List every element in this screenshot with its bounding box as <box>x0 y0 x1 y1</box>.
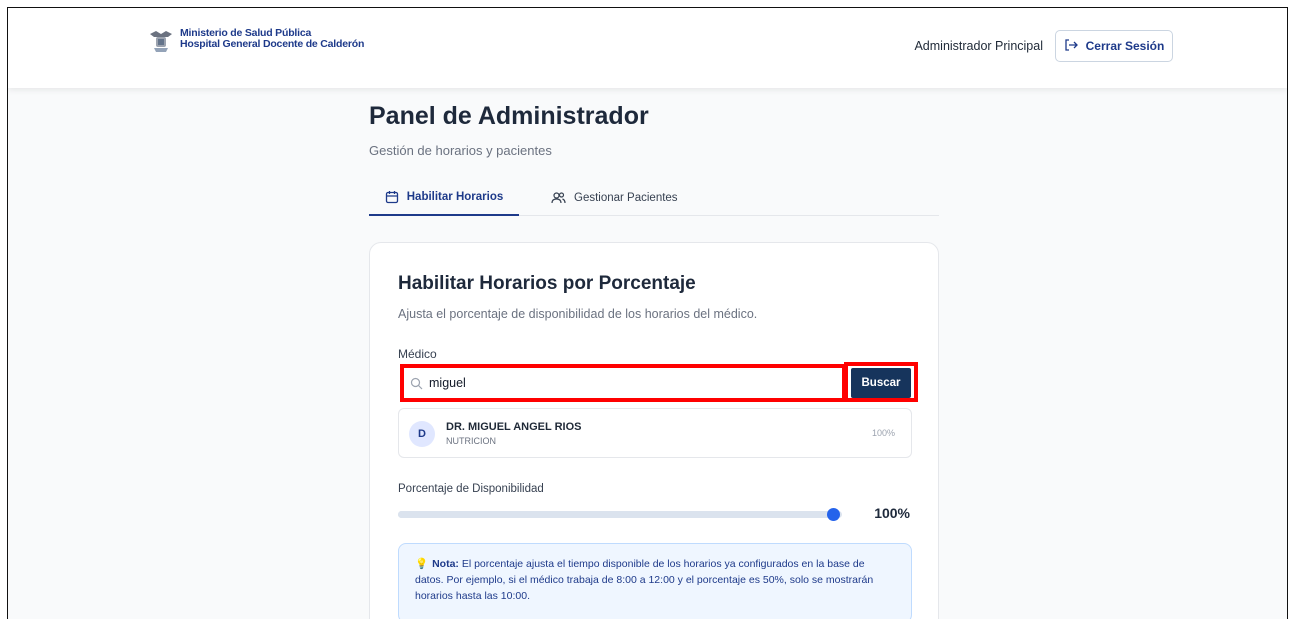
top-header: Ministerio de Salud Pública Hospital Gen… <box>8 8 1287 88</box>
tab-habilitar-horarios[interactable]: Habilitar Horarios <box>369 180 519 216</box>
calendar-icon <box>385 190 399 204</box>
availability-label: Porcentaje de Disponibilidad <box>398 483 544 495</box>
search-button[interactable]: Buscar <box>851 368 911 398</box>
doctor-percent: 100% <box>871 428 895 438</box>
logout-icon <box>1064 38 1078 54</box>
availability-value: 100% <box>874 505 910 521</box>
search-button-highlight: Buscar <box>844 362 918 402</box>
tab-gestionar-pacientes[interactable]: Gestionar Pacientes <box>551 180 678 216</box>
doctor-search-field[interactable] <box>400 364 846 402</box>
users-icon <box>551 191 566 205</box>
doctor-specialty: NUTRICION <box>446 436 496 446</box>
card-subtitle: Ajusta el porcentaje de disponibilidad d… <box>398 307 758 321</box>
logout-button[interactable]: Cerrar Sesión <box>1055 30 1173 62</box>
schedule-card: Habilitar Horarios por Porcentaje Ajusta… <box>369 242 939 619</box>
note-text: El porcentaje ajusta el tiempo disponibl… <box>415 558 874 602</box>
brand-hospital: Hospital General Docente de Calderón <box>180 38 365 50</box>
doctor-name: DR. MIGUEL ANGEL RIOS <box>446 421 582 433</box>
search-icon <box>410 377 423 390</box>
page-title: Panel de Administrador <box>369 102 649 130</box>
current-user-name: Administrador Principal <box>914 39 1043 53</box>
note-box: 💡 Nota: El porcentaje ajusta el tiempo di… <box>398 543 912 619</box>
doctor-search-input[interactable] <box>429 376 809 390</box>
brand: Ministerio de Salud Pública Hospital Gen… <box>148 28 364 54</box>
app-frame: Ministerio de Salud Pública Hospital Gen… <box>7 7 1288 619</box>
tab-bar: Habilitar Horarios Gestionar Pacientes <box>369 180 939 216</box>
slider-fill <box>398 511 834 518</box>
doctor-label: Médico <box>398 347 437 361</box>
doctor-result-item[interactable]: D DR. MIGUEL ANGEL RIOS NUTRICION 100% <box>398 408 912 458</box>
main-content: Panel de Administrador Gestión de horari… <box>369 102 939 619</box>
coat-of-arms-logo <box>148 28 174 54</box>
card-title: Habilitar Horarios por Porcentaje <box>398 273 696 294</box>
logout-label: Cerrar Sesión <box>1085 39 1165 53</box>
avatar: D <box>409 421 435 447</box>
slider-thumb[interactable] <box>827 508 841 521</box>
lightbulb-icon: 💡 <box>415 558 429 570</box>
page-subtitle: Gestión de horarios y pacientes <box>369 143 552 158</box>
tab-label: Habilitar Horarios <box>406 191 504 203</box>
availability-slider[interactable] <box>398 508 842 521</box>
note-title: Nota: <box>432 558 459 570</box>
tab-label: Gestionar Pacientes <box>574 192 678 204</box>
